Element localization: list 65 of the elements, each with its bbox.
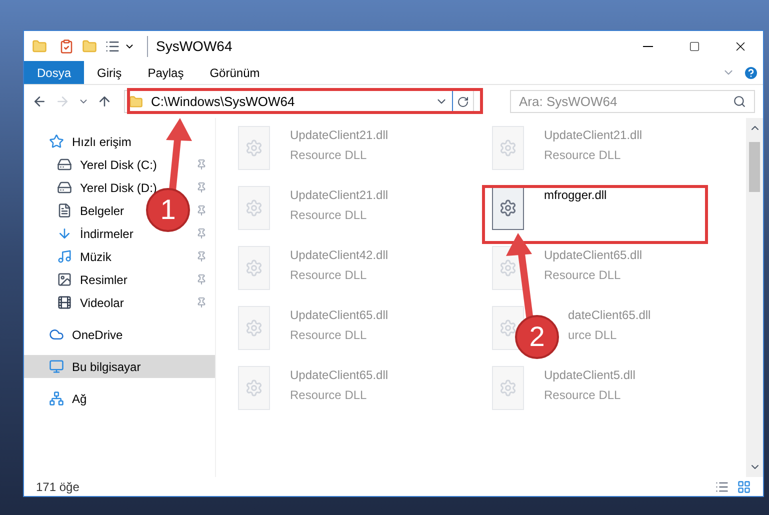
search-icon [733, 95, 746, 108]
sidebar-label: Ağ [72, 390, 87, 408]
window-title: SysWOW64 [147, 36, 232, 56]
sidebar-item[interactable]: Resimler [57, 270, 128, 288]
ribbon-tab[interactable]: Giriş [84, 61, 135, 84]
file-type: Resource DLL [544, 267, 622, 284]
ribbon-tab[interactable]: Görünüm [196, 61, 273, 84]
sidebar-item[interactable]: Hızlı erişim [49, 132, 132, 150]
sidebar-item[interactable]: Yerel Disk (C:) [57, 156, 157, 174]
new-folder-icon[interactable] [82, 38, 97, 54]
sidebar-label: İndirmeler [80, 226, 134, 242]
sidebar-label: Yerel Disk (C:) [80, 156, 157, 174]
sidebar-item[interactable]: Bu bilgisayar [24, 355, 215, 378]
folder-icon [129, 94, 143, 108]
up-icon[interactable] [97, 94, 112, 109]
film-icon [57, 295, 72, 310]
details-view-icon[interactable] [715, 480, 729, 494]
sidebar-item[interactable]: Belgeler [57, 202, 124, 220]
help-icon[interactable] [743, 64, 759, 80]
sidebar-label: Belgeler [80, 202, 124, 220]
drive-icon [57, 180, 72, 195]
item-count: 171 öğe [36, 478, 80, 496]
sidebar-label: Bu bilgisayar [72, 358, 141, 376]
file-type: Resource DLL [544, 387, 622, 404]
file-type: Resource DLL [544, 147, 622, 164]
properties-icon[interactable] [59, 38, 74, 54]
folder-icon[interactable] [32, 38, 47, 54]
sidebar-item[interactable]: İndirmeler [57, 224, 134, 242]
drive-icon [57, 157, 72, 172]
file-type: Resource DLL [290, 207, 368, 224]
sidebar-label: Müzik [80, 248, 112, 266]
search-placeholder: Ara: SysWOW64 [519, 92, 618, 111]
sidebar-item[interactable]: OneDrive [49, 326, 123, 344]
refresh-icon[interactable] [457, 96, 469, 108]
star-icon [49, 134, 64, 149]
music-note-icon [57, 249, 72, 264]
address-path: C:\Windows\SysWOW64 [151, 92, 295, 111]
scroll-thumb[interactable] [749, 142, 760, 192]
back-icon[interactable] [32, 94, 47, 109]
tiles-view-icon[interactable] [737, 480, 751, 494]
file-type: Resource DLL [290, 147, 368, 164]
network-icon [49, 391, 64, 406]
file-type: urce DLL [568, 327, 618, 344]
sidebar-label: Hızlı erişim [72, 134, 132, 150]
ribbon-tab[interactable]: Paylaş [134, 61, 197, 84]
sidebar-label: Videolar [80, 294, 124, 312]
file-type: Resource DLL [290, 387, 368, 404]
file-type: Resource DLL [290, 327, 368, 344]
maximize-icon [688, 40, 700, 52]
file-icon[interactable] [492, 186, 524, 230]
download-icon [57, 226, 72, 241]
view-icon[interactable] [105, 38, 120, 54]
sidebar-label: OneDrive [72, 326, 123, 344]
document-icon [57, 203, 72, 218]
sidebar-item[interactable]: Ağ [49, 390, 87, 408]
computer-icon [49, 359, 64, 374]
file-name[interactable]: mfrogger.dll [544, 186, 607, 204]
sidebar-item[interactable]: Videolar [57, 294, 124, 312]
sidebar-label: Resimler [80, 272, 128, 288]
sidebar-item[interactable]: Müzik [57, 248, 112, 266]
cloud-icon [49, 327, 64, 342]
picture-icon [57, 272, 72, 287]
scrollbar[interactable] [746, 118, 763, 477]
file-type: Resource DLL [290, 267, 368, 284]
ribbon-tab[interactable]: Dosya [24, 61, 84, 84]
